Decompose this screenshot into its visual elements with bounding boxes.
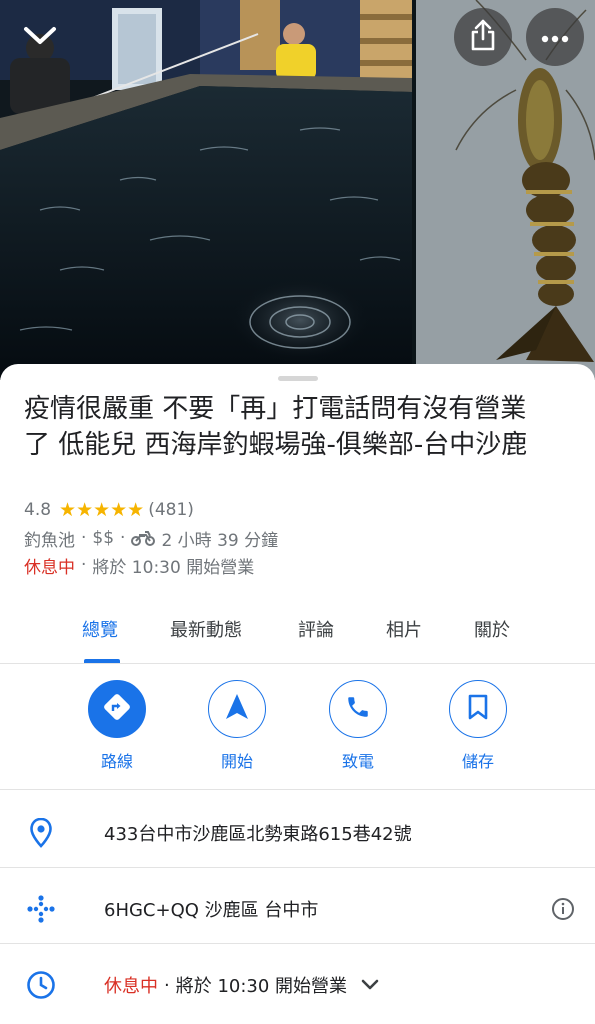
motorcycle-icon bbox=[131, 530, 156, 546]
tab-overview[interactable]: 總覽 bbox=[82, 616, 118, 642]
rating-stars: ★★★★★ bbox=[59, 499, 145, 521]
rating-row[interactable]: 4.8 ★★★★★ (481) bbox=[24, 498, 194, 522]
sheet-drag-handle[interactable] bbox=[278, 376, 318, 381]
rating-value: 4.8 bbox=[24, 500, 52, 520]
chevron-down-icon[interactable] bbox=[361, 979, 379, 991]
location-pin-icon bbox=[26, 818, 56, 848]
more-horizontal-icon bbox=[541, 28, 569, 47]
call-label: 致電 bbox=[341, 752, 374, 771]
plus-code-text: 6HGC+QQ 沙鹿區 台中市 bbox=[104, 900, 319, 921]
directions-label: 路線 bbox=[100, 752, 133, 771]
separator-dot: · bbox=[81, 528, 87, 548]
tab-reviews[interactable]: 評論 bbox=[298, 616, 334, 642]
tab-about[interactable]: 關於 bbox=[474, 616, 510, 642]
tab-photos[interactable]: 相片 bbox=[386, 616, 422, 642]
hours-next-open: 將於 10:30 開始營業 bbox=[175, 976, 348, 997]
bookmark-icon bbox=[467, 694, 489, 724]
address-row[interactable]: 433台中市沙鹿區北勢東路615巷42號 bbox=[0, 796, 595, 868]
share-icon bbox=[470, 19, 496, 55]
collapse-button[interactable] bbox=[14, 14, 66, 62]
directions-icon bbox=[102, 692, 132, 726]
review-count: (481) bbox=[148, 500, 194, 520]
open-status-row: 休息中 · 將於 10:30 開始營業 bbox=[24, 553, 255, 578]
start-navigation-button[interactable]: 開始 bbox=[192, 680, 282, 780]
place-title: 疫情很嚴重 不要「再」打電話問有沒有營業了 低能兒 西海岸釣蝦場強-俱樂部-台中… bbox=[24, 394, 528, 460]
save-label: 儲存 bbox=[461, 752, 494, 771]
hours-status: 休息中 bbox=[104, 976, 158, 997]
open-status: 休息中 bbox=[24, 557, 75, 578]
hours-summary: 休息中 · 將於 10:30 開始營業 bbox=[104, 972, 379, 998]
separator-dot: · bbox=[120, 528, 126, 548]
active-tab-indicator bbox=[84, 659, 120, 663]
info-icon[interactable] bbox=[550, 896, 576, 922]
start-label: 開始 bbox=[220, 752, 253, 771]
hours-row[interactable]: 休息中 · 將於 10:30 開始營業 bbox=[0, 948, 595, 1020]
more-options-button[interactable] bbox=[526, 8, 584, 66]
place-meta-row: 釣魚池 · $$ · 2 小時 39 分鐘 bbox=[24, 526, 279, 551]
place-details-sheet: 疫情很嚴重 不要「再」打電話問有沒有營業了 低能兒 西海岸釣蝦場強-俱樂部-台中… bbox=[0, 364, 595, 1024]
plus-code-icon bbox=[26, 894, 56, 924]
chevron-down-icon bbox=[23, 25, 57, 51]
separator-dot: · bbox=[81, 555, 87, 575]
plus-code-row[interactable]: 6HGC+QQ 沙鹿區 台中市 bbox=[0, 872, 595, 944]
address-text: 433台中市沙鹿區北勢東路615巷42號 bbox=[104, 824, 412, 845]
call-button[interactable]: 致電 bbox=[313, 680, 403, 780]
price-level: $$ bbox=[92, 528, 115, 548]
next-open-time: 將於 10:30 開始營業 bbox=[92, 557, 255, 578]
travel-time: 2 小時 39 分鐘 bbox=[161, 530, 279, 551]
save-button[interactable]: 儲存 bbox=[433, 680, 523, 780]
clock-icon bbox=[26, 970, 56, 1000]
place-tabs: 總覽 最新動態 評論 相片 關於 bbox=[0, 600, 595, 664]
action-buttons: 路線 開始 致電 儲存 bbox=[0, 664, 595, 790]
share-button[interactable] bbox=[454, 8, 512, 66]
photo-strip[interactable] bbox=[0, 0, 595, 380]
directions-button[interactable]: 路線 bbox=[72, 680, 162, 780]
navigation-arrow-icon bbox=[224, 693, 250, 725]
separator-dot: · bbox=[164, 974, 170, 996]
phone-icon bbox=[345, 694, 371, 724]
tab-updates[interactable]: 最新動態 bbox=[170, 616, 242, 642]
place-category: 釣魚池 bbox=[24, 530, 75, 551]
